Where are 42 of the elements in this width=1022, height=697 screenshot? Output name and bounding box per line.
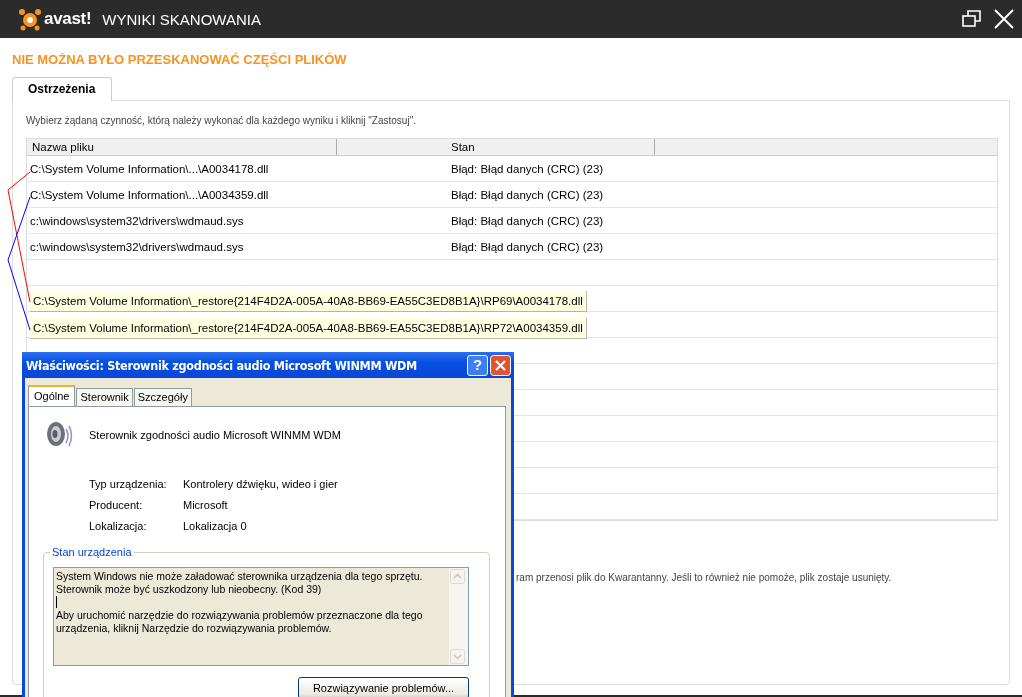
text-cursor [56, 596, 57, 608]
status-text-area[interactable] [53, 567, 469, 666]
restore-icon[interactable] [962, 10, 982, 28]
tab[interactable]: Szczegóły [133, 388, 192, 406]
window-title: WYNIKI SKANOWANIA [102, 10, 261, 28]
status-text-line: urządzenia, kliknij Narzędzie do rozwiązywania problemów. [56, 622, 333, 635]
tooltip: C:\System Volume Information\_restore{214F4D2A-005A-40A8-BB69-EA55C3ED8B1A}\RP72\A0034359.dll [30, 318, 587, 339]
table-cell: Błąd: Błąd danych (CRC) (23) [451, 162, 604, 175]
table-cell: C:\System Volume Information\...\A0034178.dll [30, 162, 269, 175]
table-cell: Błąd: Błąd danych (CRC) (23) [451, 240, 604, 253]
logo-icon [18, 7, 42, 31]
column-header[interactable]: Nazwa pliku [27, 139, 337, 155]
property-label: Producent: [89, 499, 144, 511]
property-label: Lokalizacja: [89, 520, 148, 532]
tab[interactable]: Ostrzeżenia [12, 77, 112, 101]
page-heading: NIE MOŻNA BYŁO PRZESKANOWAĆ CZĘŚCI PLIKÓW [12, 52, 348, 69]
table-cell: Błąd: Błąd danych (CRC) (23) [451, 188, 604, 201]
close-button[interactable] [490, 354, 511, 376]
dialog-title: Właściwości: Sterownik zgodności audio Microsoft WINMM WDM [26, 357, 417, 373]
table-cell: c:\windows\system32\drivers\wdmaud.sys [30, 240, 244, 253]
property-value: Kontrolery dźwięku, wideo i gier [183, 478, 339, 490]
tab[interactable]: Sterownik [76, 388, 133, 406]
table-cell: c:\windows\system32\drivers\wdmaud.sys [30, 214, 244, 227]
troubleshoot-button[interactable]: Rozwiązywanie problemów... [298, 677, 469, 697]
property-label: Typ urządzenia: [89, 478, 168, 490]
note-text: ram przenosi plik do Kwarantanny. Jeśli to również nie pomoże, plik zostaje usunięty. [516, 572, 892, 583]
close-icon[interactable] [994, 9, 1014, 29]
property-value: Lokalizacja 0 [183, 520, 248, 532]
property-value: Microsoft [183, 499, 229, 511]
table-cell: Błąd: Błąd danych (CRC) (23) [451, 214, 604, 227]
tab[interactable]: Ogólne [28, 385, 76, 406]
instruction-text: Wybierz żądaną czynność, którą należy wykonać dla każdego wyniku i kliknij "Zastosuj". [26, 115, 417, 128]
status-text-line: System Windows nie może załadować sterownika urządzenia dla tego sprzętu. [56, 570, 424, 583]
device-name: Sterownik zgodności audio Microsoft WINMM WDM [89, 429, 341, 441]
status-text-line: Sterownik może być uszkodzony lub nieobecny. (Kod 39) [56, 583, 323, 596]
table-cell: C:\System Volume Information\...\A0034359.dll [30, 188, 269, 201]
status-text-line: Aby uruchomić narzędzie do rozwiązywania problemów przeznaczone dla tego [56, 609, 424, 622]
help-button[interactable]: ? [467, 354, 488, 376]
logo-text: avast! [44, 9, 92, 29]
tooltip: C:\System Volume Information\_restore{214F4D2A-005A-40A8-BB69-EA55C3ED8B1A}\RP69\A0034178.dll [30, 291, 587, 312]
group-label: Stan urządzenia [50, 546, 134, 558]
column-header[interactable]: Stan [337, 139, 655, 155]
